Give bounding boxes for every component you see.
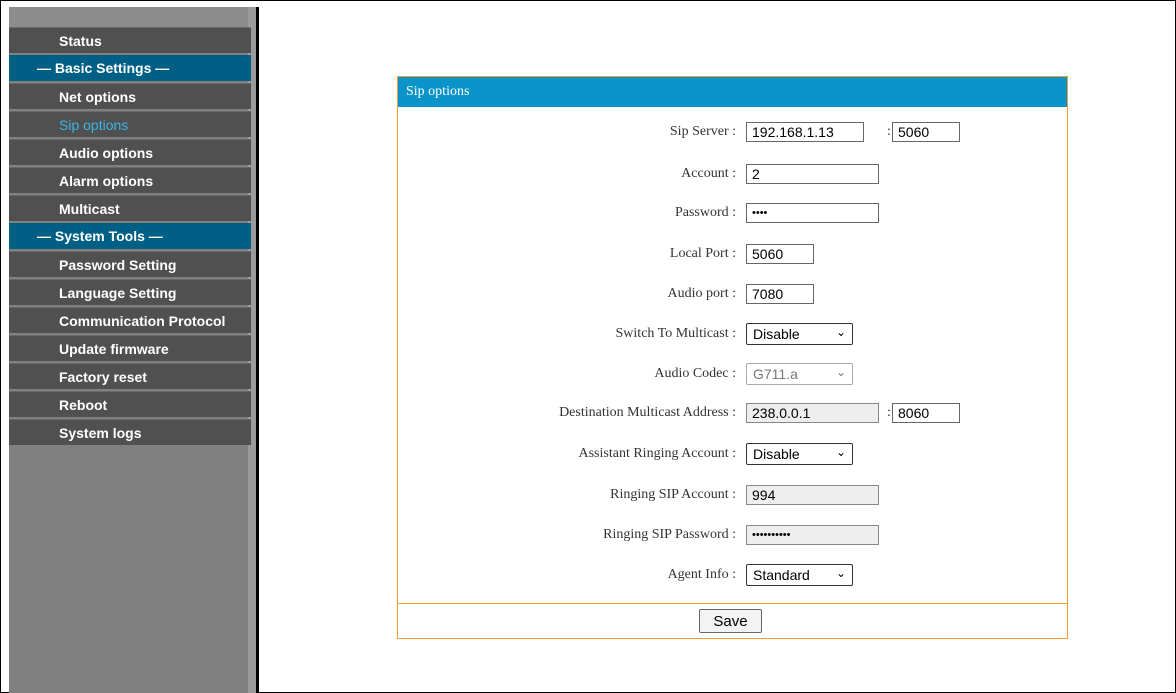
ringing-password-input[interactable]: •••••••••• [746,525,879,545]
switch-multicast-row: Switch To Multicast : Disable ⌄ [398,322,1067,348]
panel-title: Sip options [398,77,1067,107]
sidebar-item-multicast[interactable]: Multicast [9,195,251,221]
save-button[interactable]: Save [699,609,762,633]
local-port-row: Local Port : 5060 [398,242,1067,268]
sidebar: Status — Basic Settings — Net options Si… [9,7,259,693]
audio-codec-select[interactable]: G711.a ⌄ [746,363,853,385]
sip-server-row: Sip Server : 192.168.1.13 : 5060 [398,120,1067,146]
password-input[interactable]: •••• [746,203,879,223]
password-row: Password : •••• [398,201,1067,227]
agent-info-select[interactable]: Standard ⌄ [746,564,853,586]
audio-port-input[interactable]: 7080 [746,284,814,304]
ringing-account-input[interactable]: 994 [746,485,879,505]
local-port-input[interactable]: 5060 [746,244,814,264]
audio-port-row: Audio port : 7080 [398,282,1067,308]
chevron-down-icon: ⌄ [835,365,846,379]
chevron-down-icon: ⌄ [835,566,846,580]
sidebar-item-status[interactable]: Status [9,27,251,53]
sidebar-item-audio-options[interactable]: Audio options [9,139,251,165]
panel-footer: Save [398,603,1067,638]
ringing-account-label: Ringing SIP Account : [610,487,736,502]
assistant-ringing-row: Assistant Ringing Account : Disable ⌄ [398,442,1067,468]
dest-address-input[interactable]: 238.0.0.1 [746,403,879,423]
sidebar-header-basic: — Basic Settings — [9,55,251,81]
password-label: Password : [674,205,736,220]
switch-multicast-select[interactable]: Disable ⌄ [746,323,853,345]
sidebar-item-communication-protocol[interactable]: Communication Protocol [9,307,251,333]
assistant-ringing-value: Disable [753,446,800,462]
local-port-label: Local Port : [669,246,736,261]
dest-port-colon: : [887,405,891,420]
sidebar-item-net-options[interactable]: Net options [9,83,251,109]
sidebar-item-factory-reset[interactable]: Factory reset [9,363,251,389]
dest-multicast-label: Destination Multicast Address : [559,405,736,420]
sip-port-input[interactable]: 5060 [892,122,960,142]
account-row: Account : 2 [398,162,1067,188]
ringing-account-row: Ringing SIP Account : 994 [398,483,1067,509]
ringing-password-row: Ringing SIP Password : •••••••••• [398,523,1067,549]
agent-info-value: Standard [753,567,810,583]
dest-multicast-row: Destination Multicast Address : 238.0.0.… [398,401,1067,427]
sidebar-item-update-firmware[interactable]: Update firmware [9,335,251,361]
assistant-ringing-label: Assistant Ringing Account : [578,446,737,461]
switch-multicast-value: Disable [753,326,800,342]
sidebar-item-alarm-options[interactable]: Alarm options [9,167,251,193]
sidebar-topbar [9,7,256,27]
sip-server-label: Sip Server : [669,124,736,139]
sidebar-item-reboot[interactable]: Reboot [9,391,251,417]
audio-codec-row: Audio Codec : G711.a ⌄ [398,362,1067,388]
chevron-down-icon: ⌄ [835,445,846,459]
assistant-ringing-select[interactable]: Disable ⌄ [746,443,853,465]
sidebar-item-sip-options[interactable]: Sip options [9,111,251,137]
ringing-password-label: Ringing SIP Password : [603,527,736,542]
account-input[interactable]: 2 [746,164,879,184]
sip-server-input[interactable]: 192.168.1.13 [746,122,864,142]
sidebar-item-password-setting[interactable]: Password Setting [9,251,251,277]
agent-info-row: Agent Info : Standard ⌄ [398,563,1067,589]
sip-options-panel: Sip options Sip Server : 192.168.1.13 : … [397,76,1068,639]
switch-multicast-label: Switch To Multicast : [615,326,736,341]
audio-codec-value: G711.a [753,366,798,382]
dest-port-input[interactable]: 8060 [892,403,960,423]
agent-info-label: Agent Info : [667,567,736,582]
sidebar-header-tools: — System Tools — [9,223,251,249]
account-label: Account : [681,166,736,181]
audio-port-label: Audio port : [667,286,736,301]
sidebar-item-system-logs[interactable]: System logs [9,419,251,445]
sip-port-colon: : [887,124,891,139]
chevron-down-icon: ⌄ [835,325,846,339]
sidebar-item-language-setting[interactable]: Language Setting [9,279,251,305]
audio-codec-label: Audio Codec : [654,366,736,381]
